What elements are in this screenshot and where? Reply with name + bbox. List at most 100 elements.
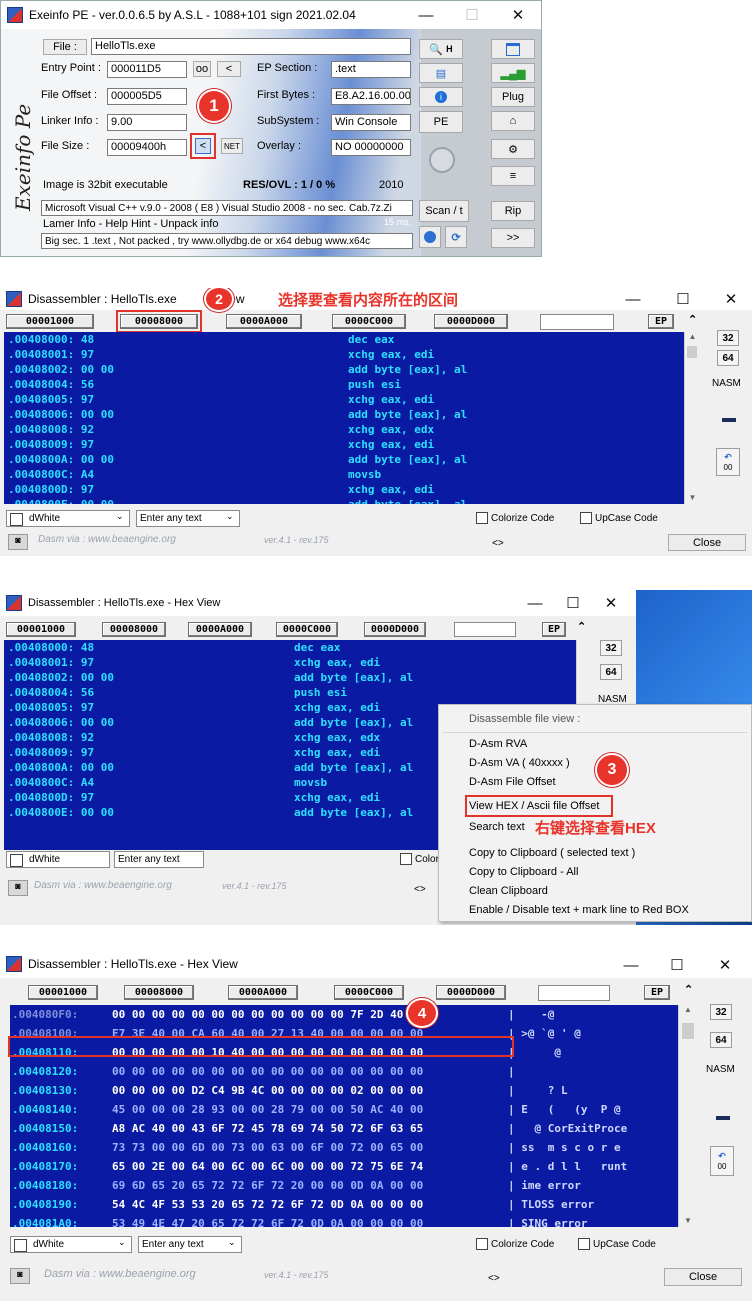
colorize-checkbox[interactable]: Colorize Code — [476, 1238, 554, 1250]
mode-32-button[interactable]: 32 — [710, 1004, 732, 1020]
scroll-down-icon[interactable]: ▼ — [685, 493, 700, 502]
theme-select[interactable]: dWhite — [6, 510, 130, 527]
home-button[interactable]: ⌂ — [491, 111, 535, 131]
first-bytes-field[interactable]: E8.A2.16.00.00 — [331, 88, 411, 105]
collapse-icon[interactable]: ⌃ — [688, 313, 697, 326]
minimize-button[interactable]: — — [608, 950, 654, 980]
section-button-2[interactable]: 00008000 — [124, 985, 194, 1000]
scroll-up-icon[interactable]: ▲ — [685, 332, 700, 341]
ep-back-button[interactable]: < — [217, 61, 241, 77]
close-window-button[interactable]: Close — [668, 534, 746, 551]
stats-button[interactable]: ▂▄▆ — [491, 63, 535, 83]
checkbox-box[interactable] — [578, 1238, 590, 1250]
section-button-3[interactable]: 0000A000 — [226, 314, 302, 329]
file-button[interactable]: File : — [43, 39, 87, 55]
section-button-4[interactable]: 0000C000 — [276, 622, 338, 637]
section-empty-field[interactable] — [538, 985, 610, 1001]
checkbox-box[interactable] — [476, 1238, 488, 1250]
camera-icon[interactable]: ◙ — [10, 1268, 30, 1284]
collapse-icon[interactable]: ⌃ — [577, 620, 586, 633]
section-button-5[interactable]: 0000D000 — [434, 314, 508, 329]
menu-item-dasm-file-offset[interactable]: D-Asm File Offset — [469, 776, 556, 788]
mode-64-button[interactable]: 64 — [600, 664, 622, 680]
nav-label[interactable]: <> — [488, 1273, 500, 1284]
settings-button[interactable]: ⚙ — [491, 139, 535, 159]
minus-icon[interactable] — [716, 1116, 730, 1120]
section-button-4[interactable]: 0000C000 — [334, 985, 404, 1000]
filter-input[interactable]: Enter any text — [138, 1236, 242, 1253]
linker-field[interactable]: 9.00 — [107, 114, 187, 131]
hex-scrollbar[interactable]: ▲ ▼ — [678, 1005, 697, 1227]
refresh-00-button[interactable]: ↶ 00 — [716, 448, 740, 476]
collapse-icon[interactable]: ⌃ — [684, 983, 693, 996]
section-button-1[interactable]: 00001000 — [28, 985, 98, 1000]
search-h-button[interactable]: 🔍 H — [419, 39, 463, 59]
rip-button[interactable]: Rip — [491, 201, 535, 221]
colorize-checkbox[interactable]: Colorize Code — [476, 512, 554, 524]
maximize-button[interactable]: ☐ — [660, 288, 706, 314]
maximize-button[interactable]: ☐ — [449, 1, 495, 29]
detect-field[interactable]: Microsoft Visual C++ v.9.0 - 2008 ( E8 )… — [41, 200, 413, 216]
camera-icon[interactable]: ◙ — [8, 534, 28, 550]
disasm-scrollbar[interactable]: ▲ ▼ — [684, 332, 700, 504]
hint-field[interactable]: Big sec. 1 .text , Not packed , try www.… — [41, 233, 413, 249]
menu-item-copy-all[interactable]: Copy to Clipboard - All — [469, 866, 578, 878]
pe-button[interactable]: PE — [419, 111, 463, 133]
checkbox-box[interactable] — [580, 512, 592, 524]
section-button-3[interactable]: 0000A000 — [228, 985, 298, 1000]
scan-button[interactable]: Scan / t — [419, 200, 469, 222]
upcase-checkbox[interactable]: UpCase Code — [578, 1238, 656, 1250]
section-empty-field[interactable] — [540, 314, 614, 330]
filter-input[interactable]: Enter any text — [136, 510, 240, 527]
ep-button[interactable]: EP — [648, 314, 674, 329]
file-offset-field[interactable]: 000005D5 — [107, 88, 187, 105]
globe-button[interactable] — [419, 226, 441, 248]
ep-section-field[interactable]: .text — [331, 61, 411, 78]
menu-item-clean-clipboard[interactable]: Clean Clipboard — [469, 885, 548, 897]
mode-32-button[interactable]: 32 — [717, 330, 739, 346]
section-button-5[interactable]: 0000D000 — [436, 985, 506, 1000]
colorize-checkbox[interactable]: Colori — [400, 853, 441, 865]
scroll-down-icon[interactable]: ▼ — [679, 1216, 697, 1225]
minimize-button[interactable]: — — [403, 1, 449, 29]
refresh-00-button[interactable]: ↶ 00 — [710, 1146, 734, 1176]
checkbox-box[interactable] — [400, 853, 412, 865]
menu-item-dasm-rva[interactable]: D-Asm RVA — [469, 738, 527, 750]
net-button[interactable]: NET — [221, 138, 243, 154]
menu-button[interactable]: ≡ — [491, 166, 535, 186]
open-window-button[interactable] — [491, 39, 535, 59]
theme-select[interactable]: dWhite — [10, 1236, 132, 1253]
mode-32-button[interactable]: 32 — [600, 640, 622, 656]
filter-input[interactable]: Enter any text — [114, 851, 204, 868]
info-button[interactable]: i — [419, 87, 463, 107]
plug-button[interactable]: Plug — [491, 87, 535, 107]
menu-item-red-box[interactable]: Enable / Disable text + mark line to Red… — [469, 904, 689, 916]
file-name-field[interactable]: HelloTls.exe — [91, 38, 411, 55]
camera-icon[interactable]: ◙ — [8, 880, 28, 896]
scroll-thumb[interactable] — [682, 1023, 694, 1039]
ep-button[interactable]: EP — [542, 622, 566, 637]
more-button[interactable]: >> — [491, 228, 535, 248]
section-button-5[interactable]: 0000D000 — [364, 622, 426, 637]
menu-item-dasm-va[interactable]: D-Asm VA ( 40xxxx ) — [469, 757, 570, 769]
section-empty-field[interactable] — [454, 622, 516, 637]
scroll-thumb[interactable] — [687, 346, 697, 358]
close-window-button[interactable]: Close — [664, 1268, 742, 1286]
section-button-2[interactable]: 00008000 — [102, 622, 166, 637]
disasm-listing[interactable]: .00408000: 48 dec eax .00408001: 97 xchg ea… — [4, 332, 684, 504]
oo-button[interactable]: oo — [193, 61, 211, 77]
refresh-button[interactable]: ⟳ — [445, 226, 467, 248]
minus-icon[interactable] — [722, 418, 736, 422]
nav-label[interactable]: <> — [492, 538, 504, 549]
file-size-field[interactable]: 00009400h — [107, 139, 187, 156]
close-button[interactable]: ✕ — [495, 1, 541, 29]
minimize-button[interactable]: — — [610, 288, 656, 314]
section-button-3[interactable]: 0000A000 — [188, 622, 252, 637]
checkbox-box[interactable] — [476, 512, 488, 524]
close-button[interactable]: ✕ — [702, 950, 748, 980]
menu-item-search[interactable]: Search text — [469, 821, 525, 833]
section-button-1[interactable]: 00001000 — [6, 622, 76, 637]
section-button-4[interactable]: 0000C000 — [332, 314, 406, 329]
nav-label[interactable]: <> — [414, 884, 426, 895]
menu-item-copy-selected[interactable]: Copy to Clipboard ( selected text ) — [469, 847, 635, 859]
